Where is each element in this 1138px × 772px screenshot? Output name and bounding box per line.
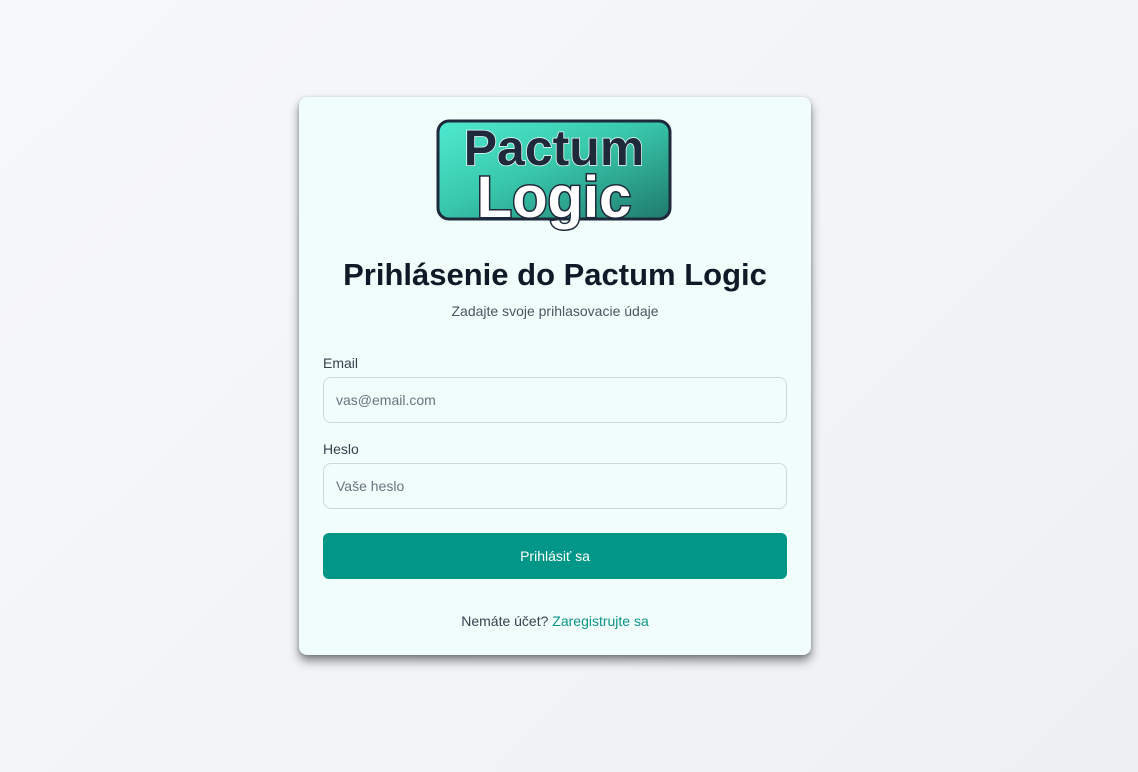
password-field[interactable] bbox=[323, 463, 787, 509]
pactum-logic-logo: Pactum Logic bbox=[436, 119, 674, 235]
no-account-text: Nemáte účet? bbox=[461, 613, 549, 629]
page-title: Prihlásenie do Pactum Logic bbox=[343, 257, 767, 292]
email-field[interactable] bbox=[323, 377, 787, 423]
register-prompt: Nemáte účet? Zaregistrujte sa bbox=[299, 612, 811, 630]
login-card: Pactum Logic Prihlásenie do Pactum Logic… bbox=[299, 97, 811, 655]
page-subtitle: Zadajte svoje prihlasovacie údaje bbox=[451, 303, 659, 319]
login-button[interactable]: Prihlásiť sa bbox=[323, 533, 787, 579]
register-link[interactable]: Zaregistrujte sa bbox=[552, 613, 648, 629]
password-label: Heslo bbox=[323, 441, 359, 457]
logo-text-logic: Logic bbox=[477, 165, 632, 230]
email-label: Email bbox=[323, 355, 359, 371]
